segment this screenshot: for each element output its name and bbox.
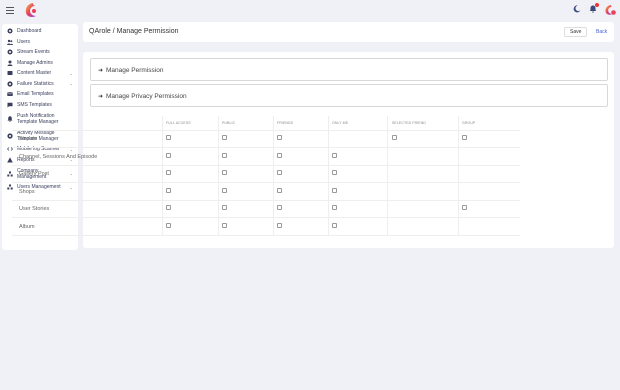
sidebar-item-label: Content Master [17, 70, 52, 77]
notification-bell-icon[interactable] [588, 3, 599, 14]
column-divider [273, 116, 274, 236]
permission-checkbox[interactable] [166, 135, 171, 140]
permission-checkbox[interactable] [166, 170, 171, 176]
privacy-permission-table: FULL ACCESS Public FRIENDS ONLY ME SELEC… [12, 116, 520, 236]
dashboard-icon [7, 28, 13, 34]
permission-checkbox[interactable] [277, 187, 282, 193]
chevron-down-icon: ⌄ [69, 70, 73, 76]
sidebar-item-manage-admins[interactable]: Manage Admins [2, 58, 78, 69]
arrow-right-icon: ➜ [98, 94, 104, 100]
section-title: Manage Privacy Permission [106, 93, 187, 100]
stream-icon [7, 49, 13, 55]
content-icon [7, 70, 13, 76]
top-bar [0, 0, 620, 22]
hamburger-menu-icon[interactable] [6, 7, 14, 14]
column-header-public: Public [222, 121, 236, 125]
save-button[interactable]: Save [564, 27, 588, 37]
permission-checkbox[interactable] [166, 222, 171, 228]
table-row: User Stories [12, 200, 520, 218]
sidebar-item-users[interactable]: Users [2, 37, 78, 48]
page-header: QArole / Manage Permission Save Back [83, 22, 614, 42]
permission-checkbox[interactable] [222, 152, 227, 158]
sidebar-item-dashboard[interactable]: Dashboard [2, 26, 78, 37]
permission-checkbox[interactable] [277, 205, 282, 211]
column-divider [458, 116, 459, 236]
column-header-selected-friend: SELECTED FRIEND [392, 121, 426, 125]
row-divider [12, 235, 520, 236]
permission-checkbox[interactable] [332, 152, 337, 158]
column-divider [387, 116, 388, 236]
admins-icon [7, 60, 13, 66]
sidebar-item-label: Dashboard [17, 28, 42, 35]
section-title: Manage Permission [106, 67, 164, 74]
sidebar-item-failure-statistics[interactable]: Failure Statistics ⌄ [2, 79, 78, 90]
users-icon [7, 39, 13, 45]
permission-checkbox[interactable] [332, 187, 337, 193]
row-label: User Stories [19, 206, 50, 213]
row-label: Shops [19, 188, 35, 195]
permission-checkbox[interactable] [332, 205, 337, 211]
sidebar-item-email-templates[interactable]: Email Templates [2, 89, 78, 100]
permission-checkbox[interactable] [166, 205, 171, 211]
column-header-friends: FRIENDS [277, 121, 294, 125]
table-row: Shops [12, 183, 520, 201]
sidebar-item-stream-events[interactable]: Stream Events [2, 47, 78, 58]
row-label: Stream [19, 136, 37, 142]
sidebar-item-label: Stream Events [17, 49, 50, 56]
permission-checkbox[interactable] [277, 170, 282, 176]
permission-checkbox[interactable] [222, 205, 227, 211]
row-label: Channel, Sessions And Episode [19, 153, 98, 160]
profile-avatar[interactable] [604, 3, 616, 15]
permission-checkbox[interactable] [222, 170, 227, 176]
table-row: Album [12, 218, 520, 236]
manage-permission-section[interactable]: ➜ Manage Permission [90, 58, 608, 81]
permission-checkbox[interactable] [166, 152, 171, 158]
column-header-group: GROUP [462, 121, 476, 125]
sidebar-item-sms-templates[interactable]: SMS Templates [2, 100, 78, 111]
chevron-down-icon: ⌄ [69, 81, 73, 87]
permission-checkbox[interactable] [462, 205, 467, 211]
dark-mode-moon-icon[interactable] [572, 4, 582, 14]
manage-privacy-permission-section[interactable]: ➜ Manage Privacy Permission [90, 84, 608, 107]
permission-checkbox[interactable] [277, 152, 282, 158]
table-row: Stream [12, 130, 520, 148]
table-header-row: FULL ACCESS Public FRIENDS ONLY ME SELEC… [12, 116, 520, 130]
back-button[interactable]: Back [591, 27, 613, 37]
app-logo[interactable] [24, 2, 39, 19]
row-label: Gallery Post [19, 171, 49, 178]
table-row: Gallery Post [12, 165, 520, 183]
sidebar-item-content-master[interactable]: Content Master ⌄ [2, 68, 78, 79]
sidebar-item-label: Users [17, 38, 31, 45]
permission-checkbox[interactable] [332, 170, 337, 176]
sidebar-item-label: Manage Admins [17, 59, 53, 66]
column-divider [218, 116, 219, 236]
permission-checkbox[interactable] [222, 187, 227, 193]
permission-checkbox[interactable] [277, 135, 282, 140]
permission-checkbox[interactable] [462, 135, 467, 140]
permission-checkbox[interactable] [222, 222, 227, 228]
permission-checkbox[interactable] [222, 135, 227, 140]
gear-icon [7, 81, 13, 87]
permission-checkbox[interactable] [392, 135, 397, 140]
page-title: QArole / Manage Permission [89, 28, 179, 35]
sidebar-item-label: Email Templates [17, 91, 54, 98]
column-header-only-me: ONLY ME [332, 121, 349, 125]
permission-checkbox[interactable] [332, 222, 337, 228]
permission-checkbox[interactable] [166, 187, 171, 193]
sidebar-item-label: Failure Statistics [17, 80, 54, 87]
column-header-full-access: FULL ACCESS [166, 121, 191, 125]
table-row: Channel, Sessions And Episode [12, 148, 520, 166]
column-divider [328, 116, 329, 236]
permission-checkbox[interactable] [277, 222, 282, 228]
column-divider [162, 116, 163, 236]
arrow-right-icon: ➜ [98, 68, 104, 74]
row-label: Album [19, 223, 35, 230]
sms-icon [7, 102, 13, 108]
mail-icon [7, 91, 13, 97]
table-body: Stream Channel, Sessions And Episode Galle… [12, 130, 520, 236]
sidebar-item-label: SMS Templates [17, 101, 52, 108]
